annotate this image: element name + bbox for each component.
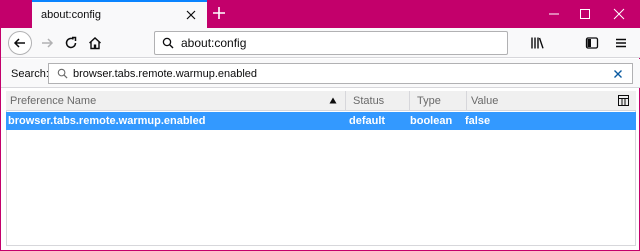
cell-status: default bbox=[349, 115, 386, 127]
library-icon bbox=[530, 37, 544, 49]
reload-icon bbox=[65, 36, 77, 49]
close-icon[interactable] bbox=[185, 9, 197, 21]
home-button[interactable] bbox=[83, 31, 107, 55]
url-bar[interactable]: about:config bbox=[154, 31, 508, 55]
url-text: about:config bbox=[181, 36, 247, 50]
home-icon bbox=[89, 37, 101, 50]
column-header-value[interactable]: Value bbox=[467, 91, 611, 111]
plus-icon[interactable] bbox=[211, 5, 227, 21]
browser-window: about:config about:config Search: browse… bbox=[0, 0, 640, 251]
arrow-right-icon bbox=[42, 38, 54, 48]
maximize-icon[interactable] bbox=[579, 8, 591, 20]
library-button[interactable] bbox=[525, 31, 549, 55]
title-bar: about:config bbox=[1, 0, 640, 28]
table-header: Preference Name Status Type Value bbox=[6, 91, 636, 111]
minimize-icon[interactable] bbox=[548, 8, 560, 20]
search-icon bbox=[162, 37, 174, 49]
arrow-left-icon bbox=[13, 38, 25, 48]
tab-title: about:config bbox=[41, 9, 101, 21]
navigation-toolbar: about:config bbox=[1, 28, 640, 58]
column-header-type[interactable]: Type bbox=[413, 91, 467, 111]
menu-button[interactable] bbox=[609, 31, 633, 55]
close-icon[interactable] bbox=[613, 8, 625, 20]
cell-value: false bbox=[465, 115, 491, 127]
sidebar-icon bbox=[585, 37, 599, 49]
tab-about-config[interactable]: about:config bbox=[32, 0, 207, 28]
sidebar-button[interactable] bbox=[580, 31, 604, 55]
cell-type: boolean bbox=[410, 115, 453, 127]
column-picker-icon[interactable] bbox=[618, 95, 629, 106]
search-row: Search: browser.tabs.remote.warmup.enabl… bbox=[1, 59, 640, 88]
forward-button[interactable] bbox=[35, 31, 59, 55]
close-icon[interactable] bbox=[613, 69, 623, 79]
table-row[interactable]: browser.tabs.remote.warmup.enabled defau… bbox=[6, 112, 636, 130]
search-icon bbox=[57, 68, 68, 79]
search-label: Search: bbox=[11, 68, 49, 80]
column-header-status[interactable]: Status bbox=[349, 91, 410, 111]
preferences-table bbox=[6, 111, 636, 246]
search-input[interactable]: browser.tabs.remote.warmup.enabled bbox=[48, 63, 633, 84]
sort-ascending-icon bbox=[329, 97, 337, 104]
back-button[interactable] bbox=[8, 31, 32, 55]
search-value: browser.tabs.remote.warmup.enabled bbox=[73, 67, 258, 80]
hamburger-menu-icon bbox=[616, 38, 626, 48]
cell-preference-name: browser.tabs.remote.warmup.enabled bbox=[8, 115, 206, 127]
reload-button[interactable] bbox=[59, 31, 83, 55]
column-header-preference-name[interactable]: Preference Name bbox=[6, 91, 346, 111]
